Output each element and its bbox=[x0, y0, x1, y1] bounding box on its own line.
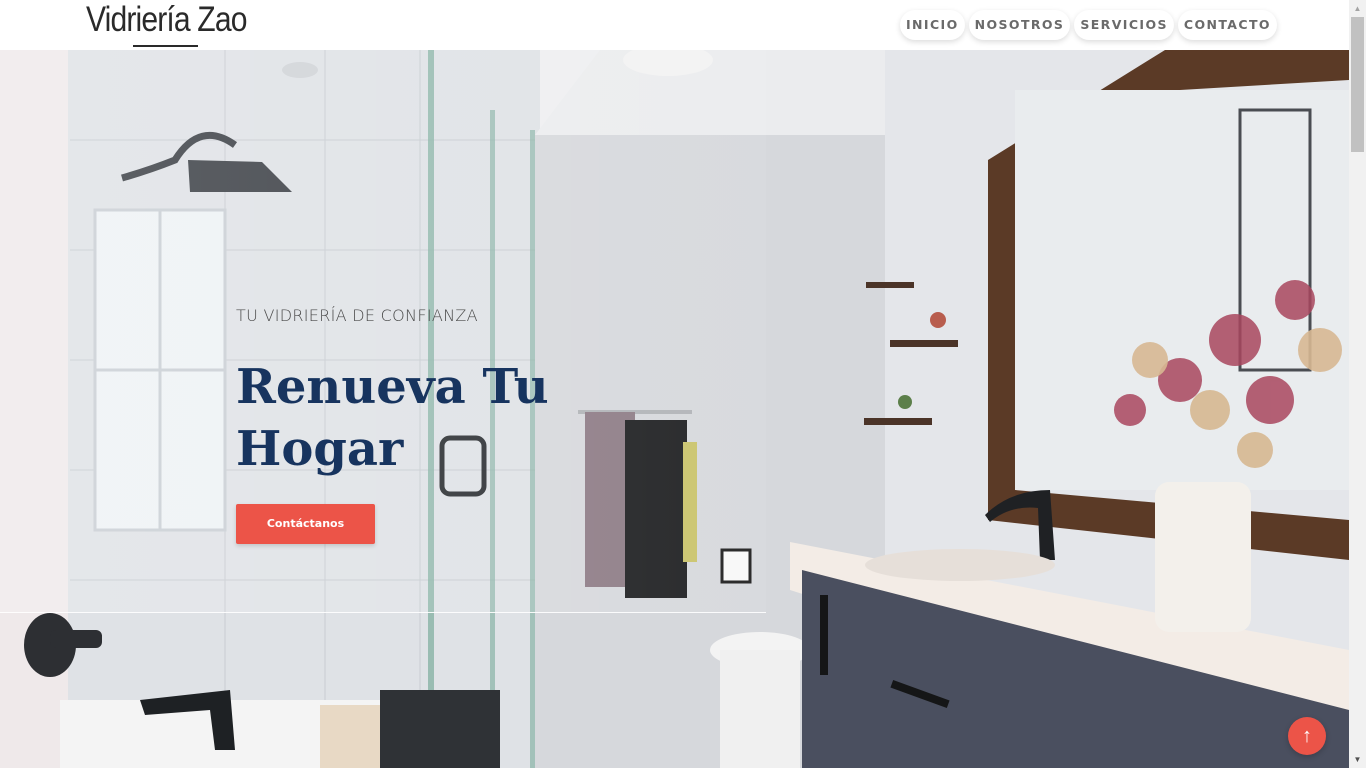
back-to-top-button[interactable]: ↑ bbox=[1288, 717, 1326, 755]
brand-logo[interactable]: Vidriería Zao bbox=[86, 0, 247, 48]
scrollbar-thumb[interactable] bbox=[1351, 17, 1364, 152]
hero-divider bbox=[0, 612, 766, 613]
nav-item-inicio[interactable]: INICIO bbox=[900, 10, 965, 40]
hero-overlay bbox=[0, 50, 766, 612]
site-header: Vidriería Zao INICIO NOSOTROS SERVICIOS … bbox=[0, 0, 1349, 50]
scroll-down-arrow-icon[interactable]: ▼ bbox=[1349, 751, 1366, 768]
hero-tagline: TU VIDRIERÍA DE CONFIANZA bbox=[236, 306, 478, 325]
brand-underline bbox=[133, 45, 198, 47]
nav-item-nosotros[interactable]: NOSOTROS bbox=[968, 10, 1071, 40]
scroll-up-arrow-icon[interactable]: ▲ bbox=[1349, 0, 1366, 17]
page-scrollbar[interactable]: ▲ ▼ bbox=[1349, 0, 1366, 768]
contact-button[interactable]: Contáctanos bbox=[236, 504, 375, 544]
main-nav: INICIO NOSOTROS SERVICIOS CONTACTO bbox=[900, 10, 1277, 40]
hero-title: Renueva Tu Hogar bbox=[236, 359, 549, 477]
arrow-up-icon: ↑ bbox=[1302, 725, 1312, 747]
nav-item-servicios[interactable]: SERVICIOS bbox=[1074, 10, 1174, 40]
nav-item-contacto[interactable]: CONTACTO bbox=[1177, 10, 1277, 40]
hero-section: TU VIDRIERÍA DE CONFIANZA Renueva Tu Hog… bbox=[0, 50, 1349, 768]
page: Vidriería Zao INICIO NOSOTROS SERVICIOS … bbox=[0, 0, 1366, 768]
